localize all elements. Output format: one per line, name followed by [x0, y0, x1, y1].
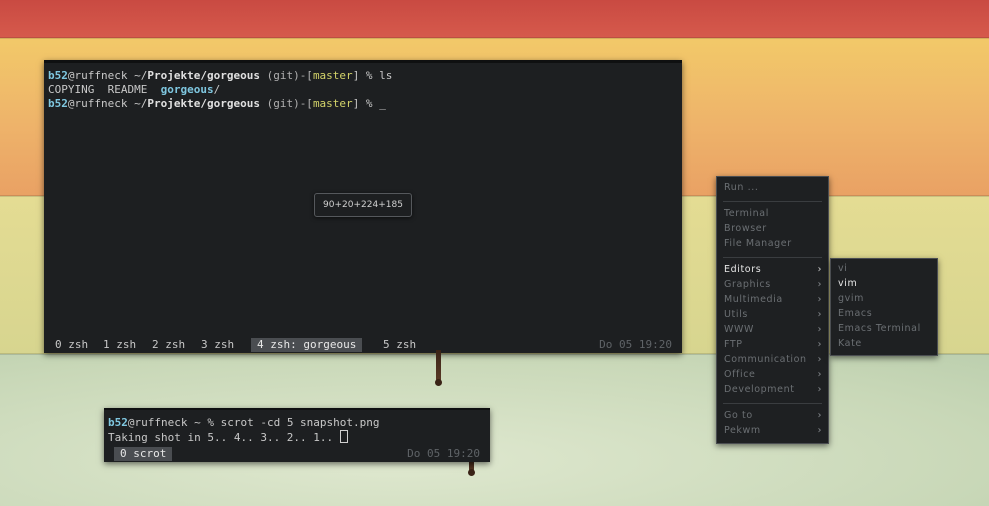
menu-item-browser[interactable]: Browser — [724, 222, 822, 236]
submenu-item-vi[interactable]: vi — [838, 262, 931, 276]
menu-item-label: Editors — [724, 264, 762, 275]
prompt-branch: master — [312, 69, 353, 82]
root-menu: Run ... Terminal Browser File Manager Ed… — [716, 176, 829, 444]
terminal-line: b52@ruffneck ~ % scrot -cd 5 snapshot.pn… — [108, 416, 380, 430]
chevron-right-icon: › — [817, 354, 822, 365]
prompt-path-base: ~/ — [134, 69, 148, 82]
prompt-command: ] % ls — [352, 69, 393, 82]
terminal-line: COPYING README gorgeous/ — [48, 83, 220, 97]
menu-item-utils[interactable]: Utils › — [724, 308, 822, 322]
ls-output-slash: / — [213, 83, 221, 96]
tab-scrot-active[interactable]: 0 scrot — [114, 447, 173, 461]
chevron-right-icon: › — [817, 384, 822, 395]
menu-item-communication[interactable]: Communication › — [724, 353, 822, 367]
menu-item-terminal[interactable]: Terminal — [724, 207, 822, 221]
chevron-right-icon: › — [817, 410, 822, 421]
prompt-git: (git)-[ — [259, 69, 313, 82]
tab-zsh-3[interactable]: 3 zsh — [195, 338, 240, 352]
tab-zsh-1[interactable]: 1 zsh — [97, 338, 142, 352]
prompt-user: b52 — [48, 69, 68, 82]
prompt-git: (git)-[ — [259, 97, 313, 110]
submenu-item-emacs-terminal[interactable]: Emacs Terminal — [838, 322, 931, 336]
menu-separator — [723, 257, 822, 258]
prompt-user: b52 — [108, 416, 128, 429]
submenu-item-kate[interactable]: Kate — [838, 337, 931, 351]
menu-item-label: Multimedia — [724, 294, 783, 305]
chevron-right-icon: › — [817, 279, 822, 290]
terminal-line: b52@ruffneck ~/Projekte/gorgeous (git)-[… — [48, 69, 392, 83]
tab-zsh-5[interactable]: 5 zsh — [377, 338, 422, 352]
terminal-line: b52@ruffneck ~/Projekte/gorgeous (git)-[… — [48, 97, 386, 111]
menu-item-editors[interactable]: Editors › — [724, 263, 822, 277]
menu-item-label: Graphics — [724, 279, 771, 290]
editors-submenu: vi vim gvim Emacs Emacs Terminal Kate — [830, 258, 938, 356]
wallpaper-stripe-red — [0, 0, 989, 38]
tab-zsh-2[interactable]: 2 zsh — [146, 338, 191, 352]
status-clock: Do 05 19:20 — [599, 338, 672, 351]
terminal-line: Taking shot in 5.. 4.. 3.. 2.. 1.. — [108, 430, 348, 445]
terminal-cursor: _ — [379, 97, 386, 110]
menu-item-label: Terminal — [724, 208, 769, 219]
menu-separator — [723, 201, 822, 202]
prompt-host: @ruffneck — [67, 69, 135, 82]
prompt-path-base: ~/ — [134, 97, 148, 110]
chevron-right-icon: › — [817, 324, 822, 335]
wallpaper-seam — [0, 37, 989, 39]
menu-item-multimedia[interactable]: Multimedia › — [724, 293, 822, 307]
prompt-path: Projekte/gorgeous — [147, 97, 260, 110]
tab-zsh-0[interactable]: 0 zsh — [49, 338, 94, 352]
menu-item-label: Run ... — [724, 182, 759, 193]
prompt-command: ] % — [352, 97, 380, 110]
menu-item-file-manager[interactable]: File Manager — [724, 237, 822, 251]
chevron-right-icon: › — [817, 309, 822, 320]
menu-item-pekwm[interactable]: Pekwm › — [724, 424, 822, 438]
paint-drip-decoration — [435, 350, 442, 386]
prompt-branch: master — [312, 97, 353, 110]
menu-separator — [723, 403, 822, 404]
scrot-countdown-output: Taking shot in 5.. 4.. 3.. 2.. 1.. — [108, 431, 340, 444]
menu-item-label: Go to — [724, 410, 753, 421]
chevron-right-icon: › — [817, 264, 822, 275]
prompt-user: b52 — [48, 97, 68, 110]
menu-item-label: Development — [724, 384, 795, 395]
submenu-item-gvim[interactable]: gvim — [838, 292, 931, 306]
status-clock: Do 05 19:20 — [407, 447, 480, 460]
chevron-right-icon: › — [817, 425, 822, 436]
submenu-item-emacs[interactable]: Emacs — [838, 307, 931, 321]
ls-output-files: COPYING README — [48, 83, 161, 96]
menu-item-go-to[interactable]: Go to › — [724, 409, 822, 423]
prompt-path: Projekte/gorgeous — [147, 69, 260, 82]
terminal-tab-bar: 0 zsh 1 zsh 2 zsh 3 zsh 4 zsh: gorgeous … — [44, 337, 682, 353]
chevron-right-icon: › — [817, 294, 822, 305]
tab-zsh-gorgeous-active[interactable]: 4 zsh: gorgeous — [251, 338, 363, 352]
menu-item-label: FTP — [724, 339, 743, 350]
menu-item-label: File Manager — [724, 238, 792, 249]
block-cursor — [339, 430, 348, 443]
menu-item-label: Utils — [724, 309, 748, 320]
menu-item-label: Browser — [724, 223, 767, 234]
terminal-tab-bar: 0 scrot Do 05 19:20 — [104, 447, 490, 462]
menu-item-run[interactable]: Run ... — [724, 181, 822, 195]
menu-item-ftp[interactable]: FTP › — [724, 338, 822, 352]
menu-item-label: Office — [724, 369, 756, 380]
chevron-right-icon: › — [817, 339, 822, 350]
ls-output-directory: gorgeous — [160, 83, 214, 96]
menu-item-development[interactable]: Development › — [724, 383, 822, 397]
window-geometry-tooltip: 90+20+224+185 — [314, 193, 412, 217]
menu-item-graphics[interactable]: Graphics › — [724, 278, 822, 292]
menu-item-label: Communication — [724, 354, 807, 365]
submenu-item-vim[interactable]: vim — [838, 277, 931, 291]
menu-item-label: WWW — [724, 324, 754, 335]
chevron-right-icon: › — [817, 369, 822, 380]
scrot-terminal-window[interactable]: b52@ruffneck ~ % scrot -cd 5 snapshot.pn… — [104, 408, 490, 462]
prompt-command: @ruffneck ~ % scrot -cd 5 snapshot.png — [127, 416, 380, 429]
menu-item-label: Pekwm — [724, 425, 761, 436]
prompt-host: @ruffneck — [67, 97, 135, 110]
menu-item-www[interactable]: WWW › — [724, 323, 822, 337]
menu-item-office[interactable]: Office › — [724, 368, 822, 382]
